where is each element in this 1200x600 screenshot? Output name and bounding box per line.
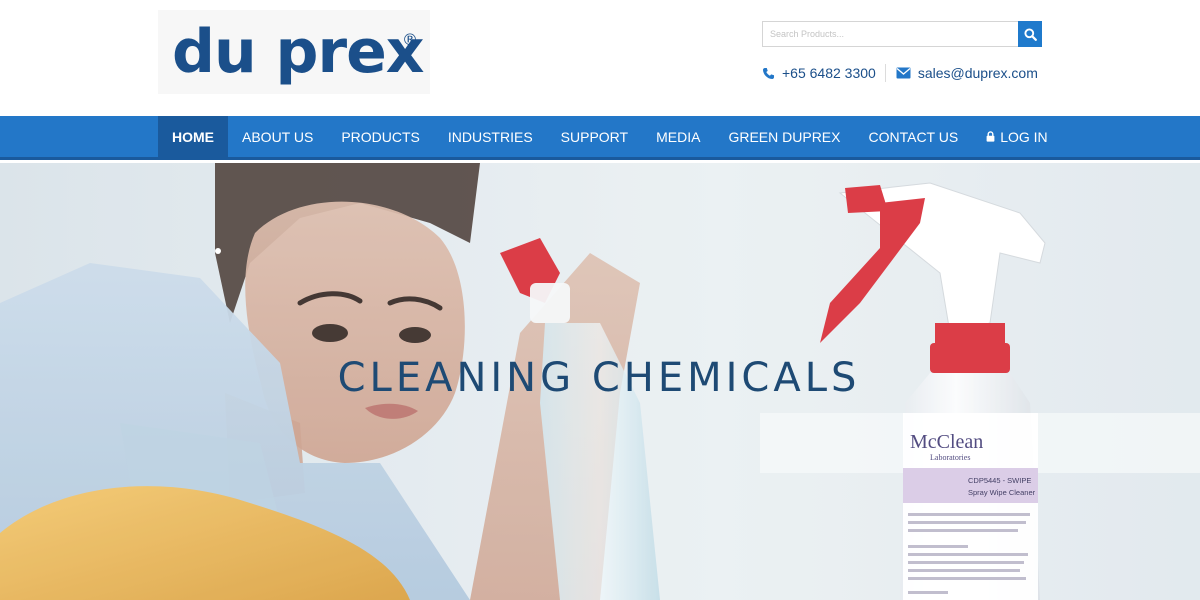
nav-item-label: Products [341,128,420,145]
email-link[interactable]: sales@duprex.com [896,65,1038,81]
nav-item-label: Media [656,128,701,145]
logo-text: du prex [172,17,424,87]
logo[interactable]: du prex ® [158,10,430,94]
hero-banner: McClean Laboratories CDP5445 - SWIPE Spr… [0,163,1200,600]
nav-item-label: About Us [242,128,314,145]
nav-item-contact-us[interactable]: Contact Us [854,116,972,157]
nav-item-label: Green Duprex [728,128,841,145]
search-form [762,21,1042,47]
lock-icon [986,131,995,142]
phone-icon [762,67,775,79]
search-icon [1023,27,1037,41]
search-button[interactable] [1018,21,1042,47]
email-address: sales@duprex.com [917,65,1038,81]
main-navigation: Home About Us Products Industries Suppor… [0,116,1200,160]
nav-item-label: Support [560,128,629,145]
site-header: du prex ® +65 6482 3300 sales@duprex.com [0,0,1200,116]
registered-mark: ® [402,30,418,49]
nav-item-label: Log In [1000,128,1048,145]
hero-title: CLEANING CHEMICALS [0,355,1200,401]
nav-item-products[interactable]: Products [327,116,434,157]
contact-info: +65 6482 3300 sales@duprex.com [762,63,1038,83]
phone-number: +65 6482 3300 [782,65,876,81]
nav-item-label: Industries [447,128,533,145]
nav-item-home[interactable]: Home [158,116,228,157]
search-input[interactable] [762,21,1018,47]
nav-item-support[interactable]: Support [547,116,642,157]
nav-item-about-us[interactable]: About Us [228,116,327,157]
nav-item-log-in[interactable]: Log In [972,116,1061,157]
hero-title-text: CLEANING CHEMICALS [337,355,861,401]
nav-menu: Home About Us Products Industries Suppor… [158,116,1062,157]
nav-item-media[interactable]: Media [642,116,714,157]
contact-divider [884,64,886,82]
phone-link[interactable]: +65 6482 3300 [762,65,876,81]
envelope-icon [896,67,911,79]
nav-item-label: Home [172,128,214,145]
nav-item-industries[interactable]: Industries [434,116,547,157]
nav-item-label: Contact Us [868,128,959,145]
nav-item-green-duprex[interactable]: Green Duprex [714,116,854,157]
